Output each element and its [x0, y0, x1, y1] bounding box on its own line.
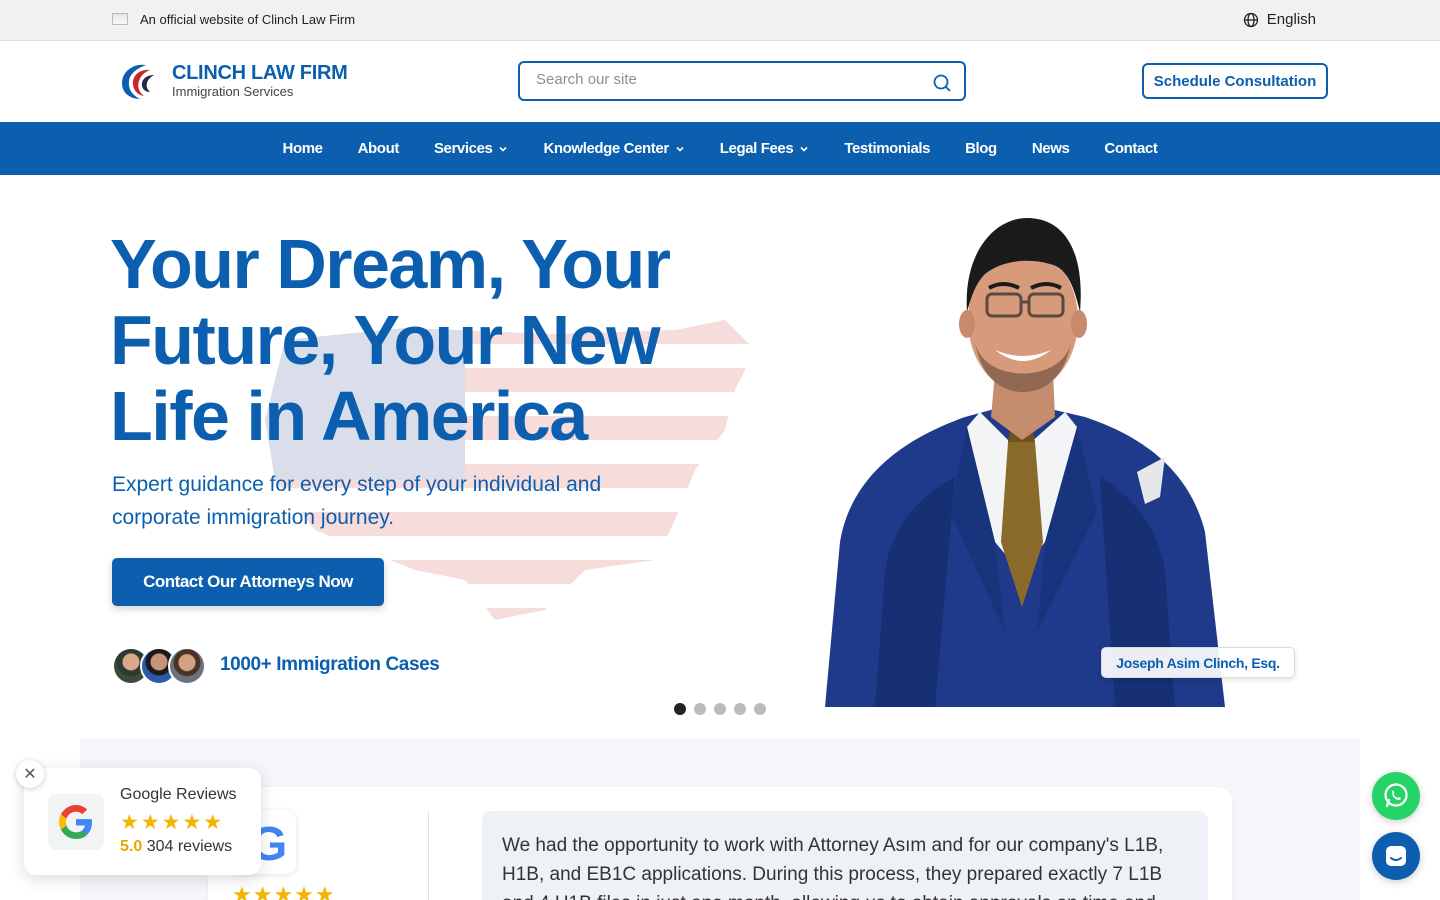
globe-icon — [1243, 12, 1258, 27]
chevron-down-icon — [499, 146, 508, 152]
chat-button[interactable] — [1372, 832, 1420, 880]
chevron-down-icon — [800, 146, 808, 152]
nav-item-home[interactable]: Home — [283, 140, 323, 157]
attorney-portrait — [825, 218, 1225, 707]
logo-subtitle: Immigration Services — [172, 84, 294, 99]
hero-subtitle: Expert guidance for every step of your i… — [112, 473, 602, 529]
immigration-cases-count: 1000+ Immigration Cases — [220, 654, 440, 675]
nav-item-news[interactable]: News — [1032, 140, 1070, 157]
google-reviews-badge[interactable]: Google Reviews ★★★★★ 5.0 304 reviews — [24, 768, 261, 875]
close-icon[interactable]: ✕ — [16, 760, 44, 788]
badge-title: Google Reviews — [120, 786, 237, 803]
chat-icon — [1386, 846, 1406, 866]
hero-title: Your Dream, Your Future, Your New Life i… — [110, 225, 671, 455]
logo-name[interactable]: CLINCH LAW FIRM — [172, 62, 348, 85]
divider — [428, 810, 429, 900]
nav-item-contact[interactable]: Contact — [1104, 140, 1157, 157]
logo-eagle-icon[interactable] — [116, 61, 158, 101]
rating-value: 5.0 — [120, 838, 143, 855]
slider-dot-3[interactable] — [714, 703, 726, 715]
search-icon[interactable] — [932, 73, 952, 93]
language-selector[interactable]: English — [1243, 11, 1316, 28]
schedule-consultation-button[interactable]: Schedule Consultation — [1142, 63, 1328, 99]
search-input[interactable] — [536, 71, 916, 88]
rating-stars: ★★★★★ — [232, 882, 336, 900]
flag-icon — [112, 13, 128, 25]
official-site-bar: An official website of Clinch Law Firm E… — [0, 0, 1440, 41]
slider-dot-4[interactable] — [734, 703, 746, 715]
google-icon — [48, 794, 104, 850]
site-header: CLINCH LAW FIRM Immigration Services Sch… — [0, 41, 1440, 122]
nav-item-blog[interactable]: Blog — [965, 140, 997, 157]
review-count: 304 reviews — [146, 838, 233, 855]
whatsapp-button[interactable] — [1372, 772, 1420, 820]
badge-score: 5.0 304 reviews — [120, 838, 232, 856]
contact-attorneys-button[interactable]: Contact Our Attorneys Now — [112, 558, 384, 606]
nav-item-testimonials[interactable]: Testimonials — [844, 140, 930, 157]
attorney-name-tag: Joseph Asim Clinch, Esq. — [1101, 647, 1295, 678]
slider-dot-1[interactable] — [674, 703, 686, 715]
client-avatars — [112, 647, 212, 685]
nav-item-knowledge-center[interactable]: Knowledge Center — [543, 140, 684, 157]
whatsapp-icon — [1384, 783, 1408, 808]
nav-item-about[interactable]: About — [358, 140, 400, 157]
slider-pagination — [674, 703, 766, 715]
nav-item-legal-fees[interactable]: Legal Fees — [720, 140, 810, 157]
slider-dot-5[interactable] — [754, 703, 766, 715]
review-quote-text: We had the opportunity to work with Atto… — [502, 835, 1164, 900]
review-quote-box: We had the opportunity to work with Atto… — [482, 811, 1208, 900]
official-site-text: An official website of Clinch Law Firm — [140, 12, 356, 27]
main-nav: Home About Services Knowledge Center Leg… — [0, 122, 1440, 175]
chevron-down-icon — [676, 146, 684, 152]
slider-dot-2[interactable] — [694, 703, 706, 715]
nav-item-services[interactable]: Services — [434, 140, 509, 157]
avatar — [168, 647, 206, 685]
badge-stars: ★★★★★ — [120, 811, 225, 834]
search-box — [518, 61, 966, 101]
language-label: English — [1266, 11, 1316, 28]
